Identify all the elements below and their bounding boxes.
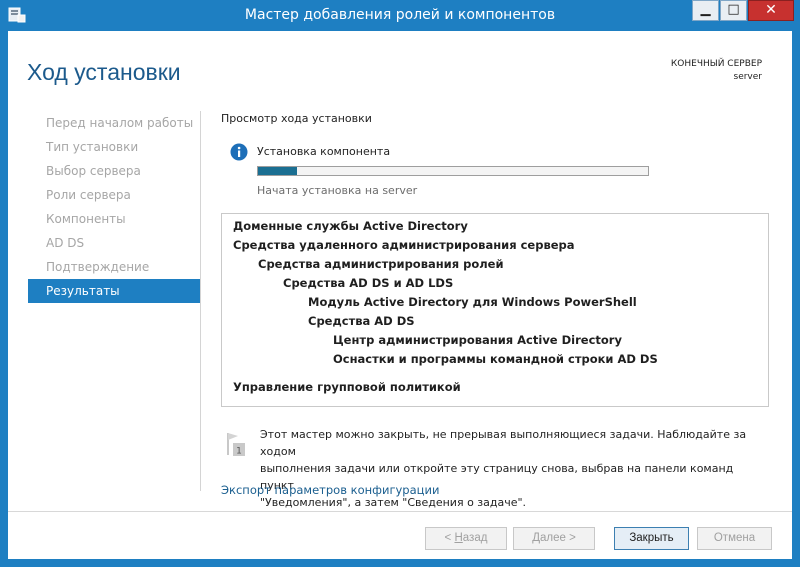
- info-icon: [230, 143, 248, 161]
- result-item: Доменные службы Active Directory: [233, 219, 468, 233]
- flag-notification-icon: 1: [225, 431, 247, 457]
- result-item: Управление групповой политикой: [233, 380, 461, 394]
- note-badge-number: 1: [236, 447, 242, 457]
- progress-fill: [258, 167, 297, 175]
- destination-label: КОНЕЧНЫЙ СЕРВЕР: [670, 59, 762, 69]
- install-status-title: Установка компонента: [257, 145, 391, 158]
- result-item: Средства администрирования ролей: [258, 257, 504, 271]
- results-list[interactable]: Доменные службы Active Directory Средства…: [221, 213, 769, 407]
- nav-step-item[interactable]: AD DS: [28, 231, 200, 255]
- nav-step-item[interactable]: Компоненты: [28, 207, 200, 231]
- cancel-button[interactable]: Отмена: [697, 527, 772, 550]
- close-wizard-note: Этот мастер можно закрыть, не прерывая в…: [260, 426, 765, 511]
- title-bar[interactable]: Мастер добавления ролей и компонентов ▁ …: [0, 0, 800, 31]
- wizard-window: Мастер добавления ролей и компонентов ▁ …: [0, 0, 800, 567]
- destination-server: КОНЕЧНЫЙ СЕРВЕР server: [671, 58, 762, 84]
- result-item: Средства AD DS и AD LDS: [283, 276, 454, 290]
- nav-step-item[interactable]: Роли сервера: [28, 183, 200, 207]
- result-item: Средства удаленного администрирования се…: [233, 238, 575, 252]
- close-icon: ✕: [765, 2, 777, 18]
- footer-divider: [8, 511, 792, 512]
- install-progress-bar: [257, 166, 649, 176]
- wizard-client-area: Ход установки КОНЕЧНЫЙ СЕРВЕР server Пер…: [8, 31, 792, 559]
- window-title: Мастер добавления ролей и компонентов: [244, 7, 556, 23]
- wizard-steps-nav: Перед началом работы Тип установки Выбор с…: [28, 111, 200, 303]
- note-line: Этот мастер можно закрыть, не прерывая в…: [260, 428, 747, 458]
- maximize-icon: □: [727, 2, 740, 17]
- destination-value: server: [733, 72, 763, 82]
- result-item: Оснастки и программы командной строки AD…: [333, 352, 658, 366]
- nav-step-item[interactable]: Подтверждение: [28, 255, 200, 279]
- maximize-button[interactable]: □: [720, 0, 747, 21]
- result-item: Центр администрирования Active Directory: [333, 333, 622, 347]
- close-window-button[interactable]: ✕: [748, 0, 794, 21]
- export-config-link[interactable]: Экспорт параметров конфигурации: [221, 483, 439, 497]
- result-item: Модуль Active Directory для Windows Powe…: [308, 295, 637, 309]
- close-button[interactable]: Закрыть: [614, 527, 689, 550]
- back-button[interactable]: < Назад: [425, 527, 507, 550]
- sidebar-divider: [200, 111, 201, 491]
- result-item: Средства AD DS: [308, 314, 415, 328]
- nav-step-item[interactable]: Результаты: [28, 279, 200, 303]
- next-button[interactable]: Далее >: [513, 527, 595, 550]
- install-status-subtitle: Начата установка на server: [257, 184, 418, 197]
- nav-step-item[interactable]: Выбор сервера: [28, 159, 200, 183]
- nav-step-item[interactable]: Тип установки: [28, 135, 200, 159]
- nav-step-item[interactable]: Перед началом работы: [28, 111, 200, 135]
- minimize-icon: ▁: [700, 2, 711, 17]
- page-title: Ход установки: [27, 59, 181, 85]
- minimize-button[interactable]: ▁: [692, 0, 719, 21]
- section-label: Просмотр хода установки: [221, 112, 372, 125]
